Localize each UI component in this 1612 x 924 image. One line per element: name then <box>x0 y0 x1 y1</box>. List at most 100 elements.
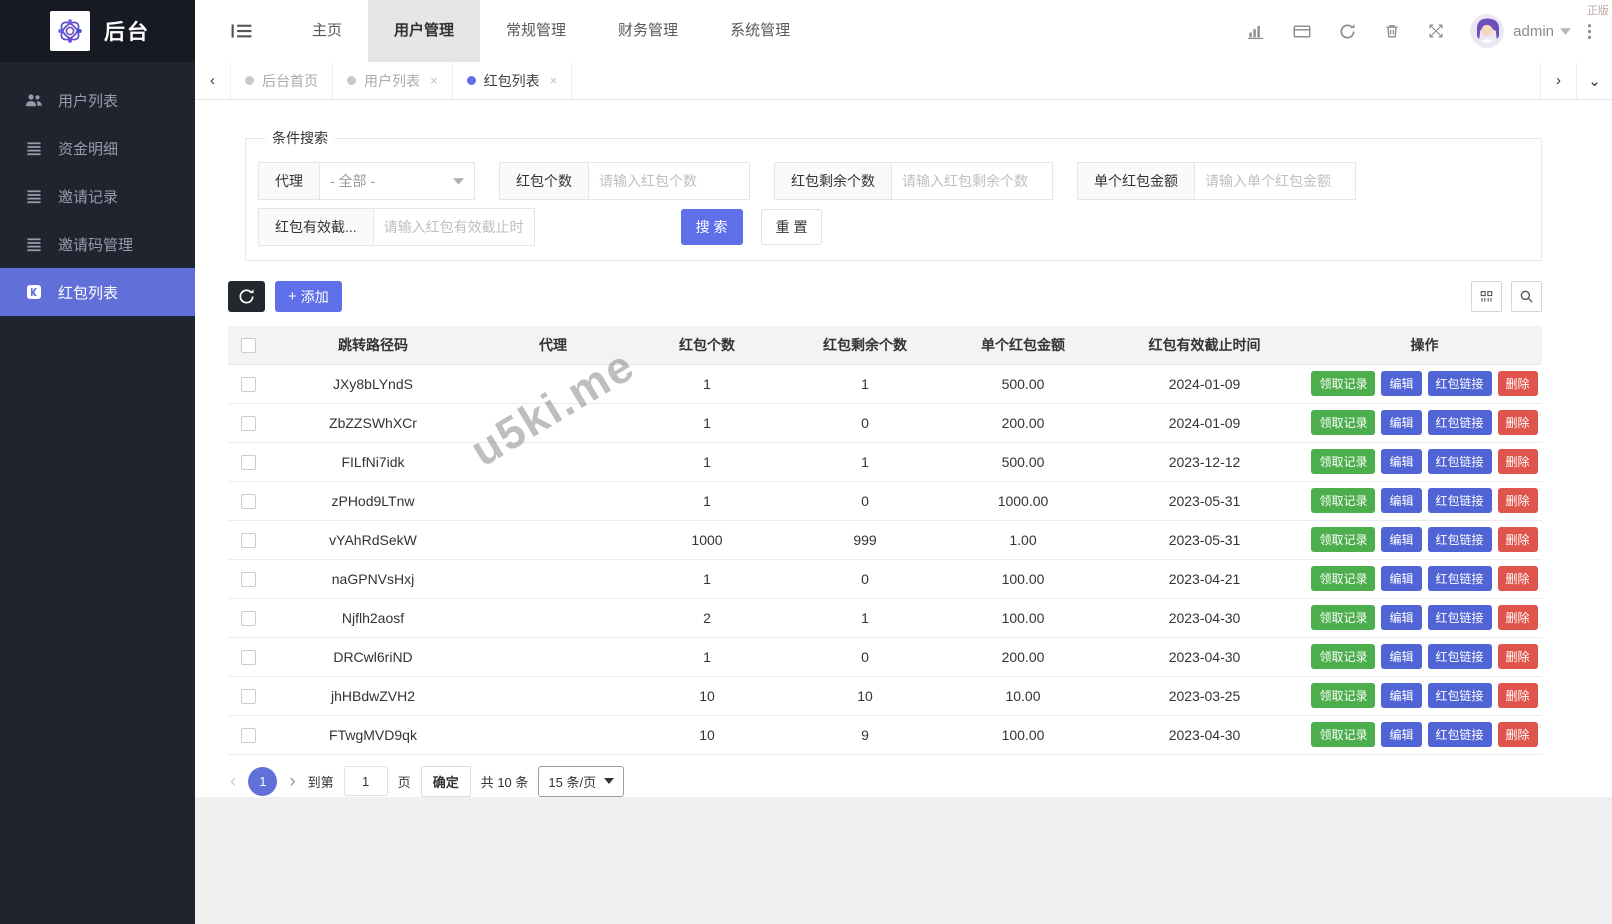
expand-icon[interactable] <box>1428 23 1444 39</box>
row-checkbox[interactable] <box>241 572 256 587</box>
refresh-icon[interactable] <box>1339 23 1356 40</box>
search-toggle-button[interactable] <box>1511 281 1542 312</box>
plus-icon: + <box>288 288 297 305</box>
row-checkbox[interactable] <box>241 689 256 704</box>
cell-agent <box>478 403 628 442</box>
action-button-3[interactable]: 红包链接 <box>1428 722 1492 747</box>
action-button-3[interactable]: 红包链接 <box>1428 371 1492 396</box>
chart-icon[interactable] <box>1247 23 1265 40</box>
row-checkbox[interactable] <box>241 494 256 509</box>
search-field-input[interactable] <box>891 162 1053 200</box>
row-checkbox[interactable] <box>241 650 256 665</box>
action-button-2[interactable]: 编辑 <box>1381 605 1421 630</box>
nav-item-1[interactable]: 主页 <box>286 0 368 62</box>
action-button-4[interactable]: 删除 <box>1498 683 1538 708</box>
nav-item-3[interactable]: 常规管理 <box>480 0 592 62</box>
action-button-3[interactable]: 红包链接 <box>1428 683 1492 708</box>
agent-select[interactable]: - 全部 - <box>319 162 475 200</box>
tabs-scroll-left-button[interactable]: ‹ <box>195 62 231 99</box>
action-button-3[interactable]: 红包链接 <box>1428 410 1492 435</box>
prev-page-button[interactable]: ‹ <box>228 772 238 791</box>
cell-remain: 0 <box>786 403 944 442</box>
action-button-4[interactable]: 删除 <box>1498 644 1538 669</box>
action-button-3[interactable]: 红包链接 <box>1428 527 1492 552</box>
user-menu[interactable]: admin <box>1513 23 1571 40</box>
row-checkbox[interactable] <box>241 377 256 392</box>
card-icon[interactable] <box>1293 23 1311 40</box>
current-page-button[interactable]: 1 <box>248 767 277 796</box>
action-button-1[interactable]: 领取记录 <box>1311 644 1375 669</box>
tab-3[interactable]: 红包列表× <box>453 62 573 99</box>
action-button-4[interactable]: 删除 <box>1498 371 1538 396</box>
action-button-4[interactable]: 删除 <box>1498 605 1538 630</box>
action-button-2[interactable]: 编辑 <box>1381 449 1421 474</box>
search-field-input[interactable] <box>588 162 750 200</box>
action-button-4[interactable]: 删除 <box>1498 488 1538 513</box>
nav-item-5[interactable]: 系统管理 <box>704 0 816 62</box>
trash-icon[interactable] <box>1384 23 1400 39</box>
action-button-2[interactable]: 编辑 <box>1381 527 1421 552</box>
row-checkbox[interactable] <box>241 611 256 626</box>
row-checkbox[interactable] <box>241 455 256 470</box>
action-button-4[interactable]: 删除 <box>1498 449 1538 474</box>
tab-close-icon[interactable]: × <box>430 73 438 88</box>
action-button-1[interactable]: 领取记录 <box>1311 605 1375 630</box>
more-menu-icon[interactable] <box>1587 23 1592 40</box>
row-checkbox[interactable] <box>241 728 256 743</box>
action-button-3[interactable]: 红包链接 <box>1428 449 1492 474</box>
refresh-button[interactable] <box>228 281 265 312</box>
action-button-2[interactable]: 编辑 <box>1381 644 1421 669</box>
action-button-3[interactable]: 红包链接 <box>1428 605 1492 630</box>
next-page-button[interactable]: › <box>287 772 297 791</box>
tab-1[interactable]: 后台首页 <box>231 62 333 99</box>
select-all-checkbox[interactable] <box>241 338 256 353</box>
action-button-1[interactable]: 领取记录 <box>1311 488 1375 513</box>
page-size-select[interactable]: 15 条/页 <box>538 766 624 797</box>
action-button-1[interactable]: 领取记录 <box>1311 371 1375 396</box>
action-button-4[interactable]: 删除 <box>1498 410 1538 435</box>
sidebar-item-1[interactable]: 用户列表 <box>0 76 195 124</box>
action-button-1[interactable]: 领取记录 <box>1311 449 1375 474</box>
action-button-1[interactable]: 领取记录 <box>1311 527 1375 552</box>
sidebar-item-2[interactable]: 资金明细 <box>0 124 195 172</box>
avatar[interactable] <box>1470 14 1504 48</box>
action-button-2[interactable]: 编辑 <box>1381 371 1421 396</box>
action-button-2[interactable]: 编辑 <box>1381 488 1421 513</box>
action-button-4[interactable]: 删除 <box>1498 527 1538 552</box>
action-button-2[interactable]: 编辑 <box>1381 722 1421 747</box>
goto-page-input[interactable] <box>344 766 388 796</box>
action-button-4[interactable]: 删除 <box>1498 722 1538 747</box>
nav-item-4[interactable]: 财务管理 <box>592 0 704 62</box>
action-button-3[interactable]: 红包链接 <box>1428 566 1492 591</box>
action-button-1[interactable]: 领取记录 <box>1311 683 1375 708</box>
add-button[interactable]: +添加 <box>275 281 342 312</box>
search-field-input[interactable] <box>1194 162 1356 200</box>
sidebar-item-5[interactable]: 红包列表 <box>0 268 195 316</box>
goto-confirm-button[interactable]: 确定 <box>421 766 471 797</box>
action-button-3[interactable]: 红包链接 <box>1428 644 1492 669</box>
sidebar-item-3[interactable]: 邀请记录 <box>0 172 195 220</box>
menu-fold-icon[interactable] <box>231 22 252 40</box>
action-button-1[interactable]: 领取记录 <box>1311 722 1375 747</box>
action-button-3[interactable]: 红包链接 <box>1428 488 1492 513</box>
deadline-input[interactable] <box>373 208 535 246</box>
action-button-1[interactable]: 领取记录 <box>1311 566 1375 591</box>
tab-close-icon[interactable]: × <box>550 73 558 88</box>
row-checkbox[interactable] <box>241 533 256 548</box>
row-checkbox[interactable] <box>241 416 256 431</box>
action-button-1[interactable]: 领取记录 <box>1311 410 1375 435</box>
columns-toggle-button[interactable] <box>1471 281 1502 312</box>
tabs-scroll-right-button[interactable]: › <box>1540 62 1576 99</box>
page-size-value: 15 条/页 <box>548 772 596 791</box>
list-icon <box>24 234 44 254</box>
action-button-2[interactable]: 编辑 <box>1381 566 1421 591</box>
search-button[interactable]: 搜 索 <box>681 209 743 245</box>
reset-button[interactable]: 重 置 <box>761 209 823 245</box>
tab-2[interactable]: 用户列表× <box>333 62 453 99</box>
nav-item-2[interactable]: 用户管理 <box>368 0 480 62</box>
action-button-2[interactable]: 编辑 <box>1381 410 1421 435</box>
tabs-menu-button[interactable]: ⌄ <box>1576 62 1612 99</box>
action-button-4[interactable]: 删除 <box>1498 566 1538 591</box>
sidebar-item-4[interactable]: 邀请码管理 <box>0 220 195 268</box>
action-button-2[interactable]: 编辑 <box>1381 683 1421 708</box>
